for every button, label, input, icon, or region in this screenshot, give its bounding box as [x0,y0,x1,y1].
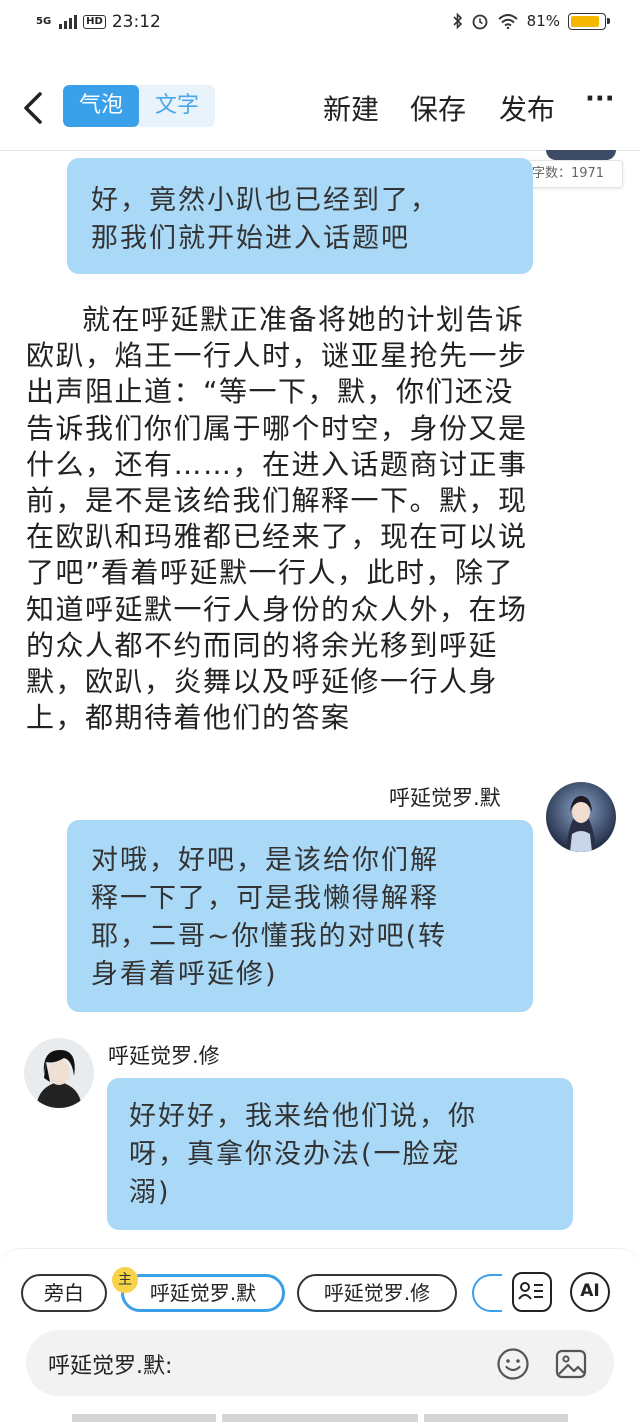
publish-button[interactable]: 发布 [499,88,555,128]
bubble-line: 呀，真拿你没办法(一脸宠 [129,1139,461,1170]
character-card-icon[interactable] [512,1272,552,1312]
top-nav: 气泡 文字 新建 保存 发布 ··· [0,80,640,140]
narration-text[interactable]: 就在呼延默正准备将她的计划告诉 欧趴，焰王一行人时，谜亚星抢先一步 出声阻止道：… [26,302,614,736]
back-arrow-icon[interactable] [18,86,50,130]
bubble-line: 耶，二哥~你懂我的对吧(转 [91,921,448,952]
ai-button[interactable]: AI [570,1272,610,1312]
narration-line: 出声阻止道：“等一下，默，你们还没 [26,375,515,409]
clock: 23:12 [111,12,161,32]
narration-line: 了吧”看着呼延默一行人，此时，除了 [26,556,515,590]
battery-percent: 81% [526,12,560,30]
signal-icon [59,15,78,29]
sender-name: 呼延觉罗.修 [108,1044,220,1068]
narration-line: 知道呼延默一行人身份的众人外，在场 [26,592,528,626]
narration-line: 在欧趴和玛雅都已经来了，现在可以说 [26,520,528,554]
alarm-icon [472,14,488,30]
network-type: 5G [36,16,52,27]
narration-line: 前，是不是该给我们解释一下。默，现 [26,484,528,518]
input-current-speaker: 呼延觉罗.默: [48,1354,173,1379]
header-divider [0,150,640,151]
avatar[interactable] [546,782,616,852]
bubble-line: 释一下了，可是我懒得解释 [91,883,439,914]
bubble-line: 好好好，我来给他们说，你 [129,1101,477,1132]
host-badge: 主 [112,1267,138,1293]
message-input[interactable]: 呼延觉罗.默: [26,1330,614,1396]
hd-badge: HD [83,15,106,29]
tab-bubble[interactable]: 气泡 [63,85,139,127]
chat-bubble[interactable]: 好好好，我来给他们说，你 呀，真拿你没办法(一脸宠 溺) [107,1078,573,1230]
narration-line: 什么，还有……，在进入话题商讨正事 [26,447,528,481]
gesture-strip [72,1414,216,1422]
status-bar: 5G HD 23:12 81% [0,0,640,48]
bubble-line: 好，竟然小趴也已经到了， [91,185,439,216]
avatar[interactable] [24,1038,94,1108]
bluetooth-icon [453,12,462,30]
mode-toggle: 气泡 文字 [63,85,215,127]
save-button[interactable]: 保存 [410,88,466,128]
gesture-strip [424,1414,568,1422]
chip-add-partial[interactable] [472,1274,502,1312]
gesture-strip [222,1414,418,1422]
narration-line: 就在呼延默正准备将她的计划告诉 [82,303,525,336]
chip-character-xiu[interactable]: 呼延觉罗.修 [297,1274,457,1312]
new-button[interactable]: 新建 [323,88,379,128]
narration-line: 欧趴，焰王一行人时，谜亚星抢先一步 [26,339,528,373]
bubble-line: 溺) [129,1177,171,1208]
chip-character-mo[interactable]: 呼延觉罗.默 [121,1274,285,1312]
avatar-xiu-image [24,1038,94,1108]
wifi-icon [497,14,518,29]
bubble-line: 对哦，好吧，是该给你们解 [91,845,439,876]
chip-narrator[interactable]: 旁白 [21,1274,107,1312]
narration-line: 的众人都不约而同的将余光移到呼延 [26,628,499,662]
image-icon[interactable] [554,1347,588,1381]
emoji-icon[interactable] [496,1347,530,1381]
battery-icon [568,12,610,30]
avatar-mo-image [546,782,616,852]
avatar-top-peek [546,150,616,160]
narration-line: 上，都期待着他们的答案 [26,701,351,735]
chat-bubble[interactable]: 对哦，好吧，是该给你们解 释一下了，可是我懒得解释 耶，二哥~你懂我的对吧(转 … [67,820,533,1012]
narration-line: 默，欧趴，炎舞以及呼延修一行人身 [26,665,499,699]
more-menu-button[interactable]: ··· [585,84,615,114]
bubble-line: 身看着呼延修) [91,959,278,990]
sender-name: 呼延觉罗.默 [389,786,501,810]
narration-line: 告诉我们你们属于哪个时空，身份又是 [26,411,528,445]
chat-bubble[interactable]: 好，竟然小趴也已经到了， 那我们就开始进入话题吧 [67,158,533,274]
bubble-line: 那我们就开始进入话题吧 [91,223,410,254]
tab-text[interactable]: 文字 [139,85,215,127]
